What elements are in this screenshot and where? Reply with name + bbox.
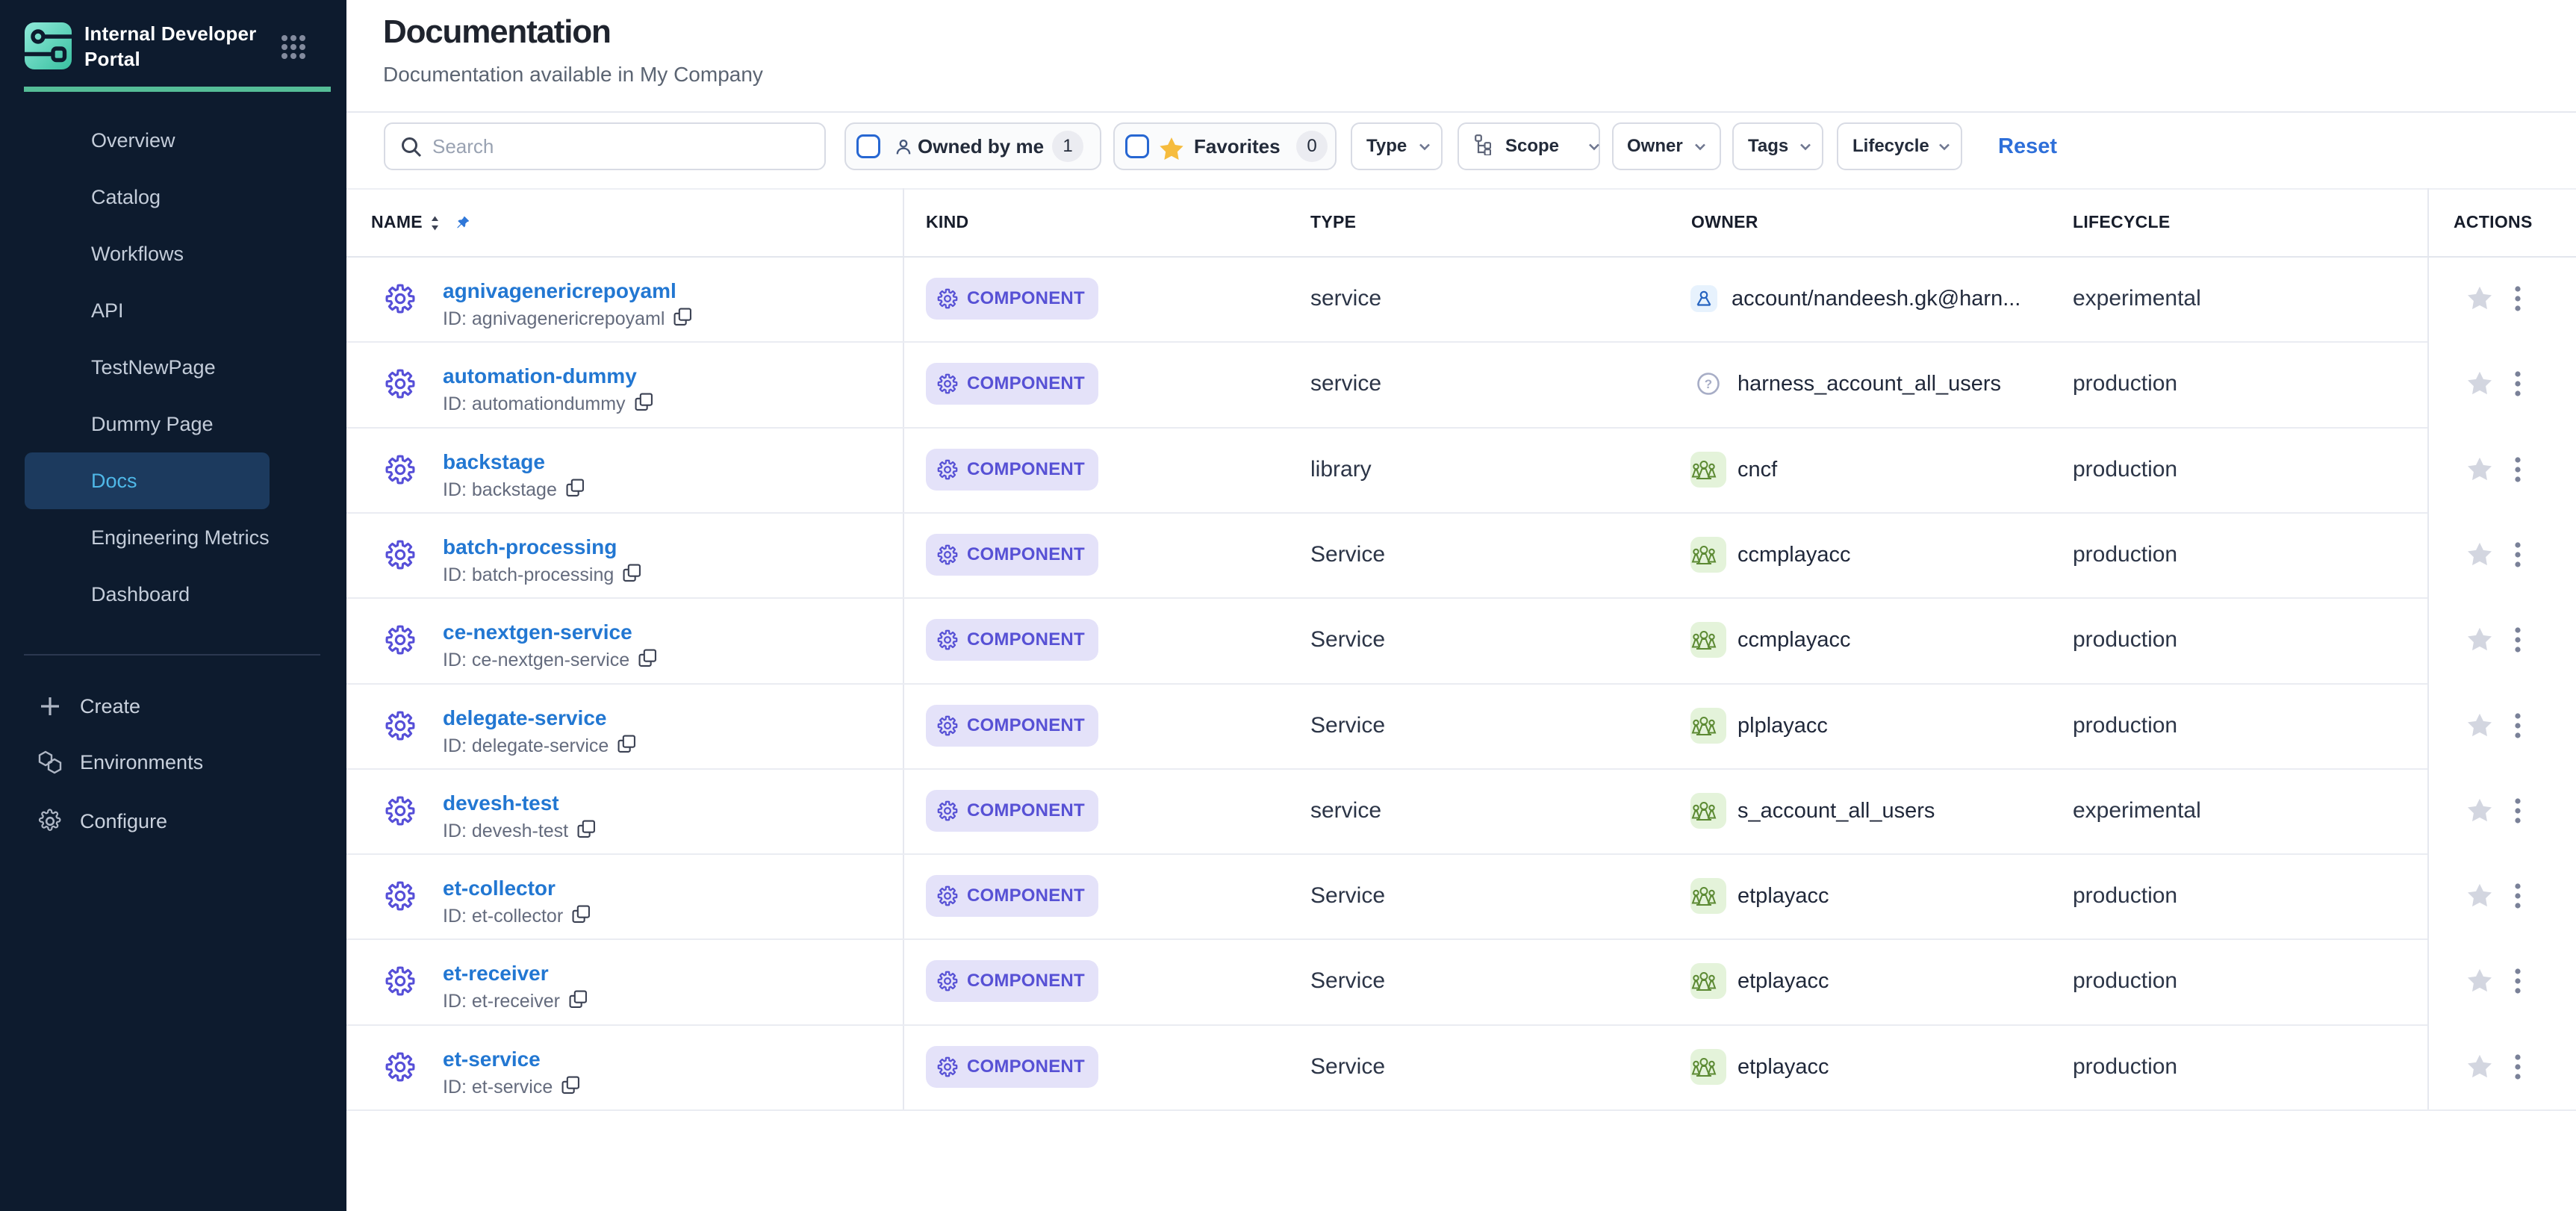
svg-text:?: ? [1705,377,1712,391]
